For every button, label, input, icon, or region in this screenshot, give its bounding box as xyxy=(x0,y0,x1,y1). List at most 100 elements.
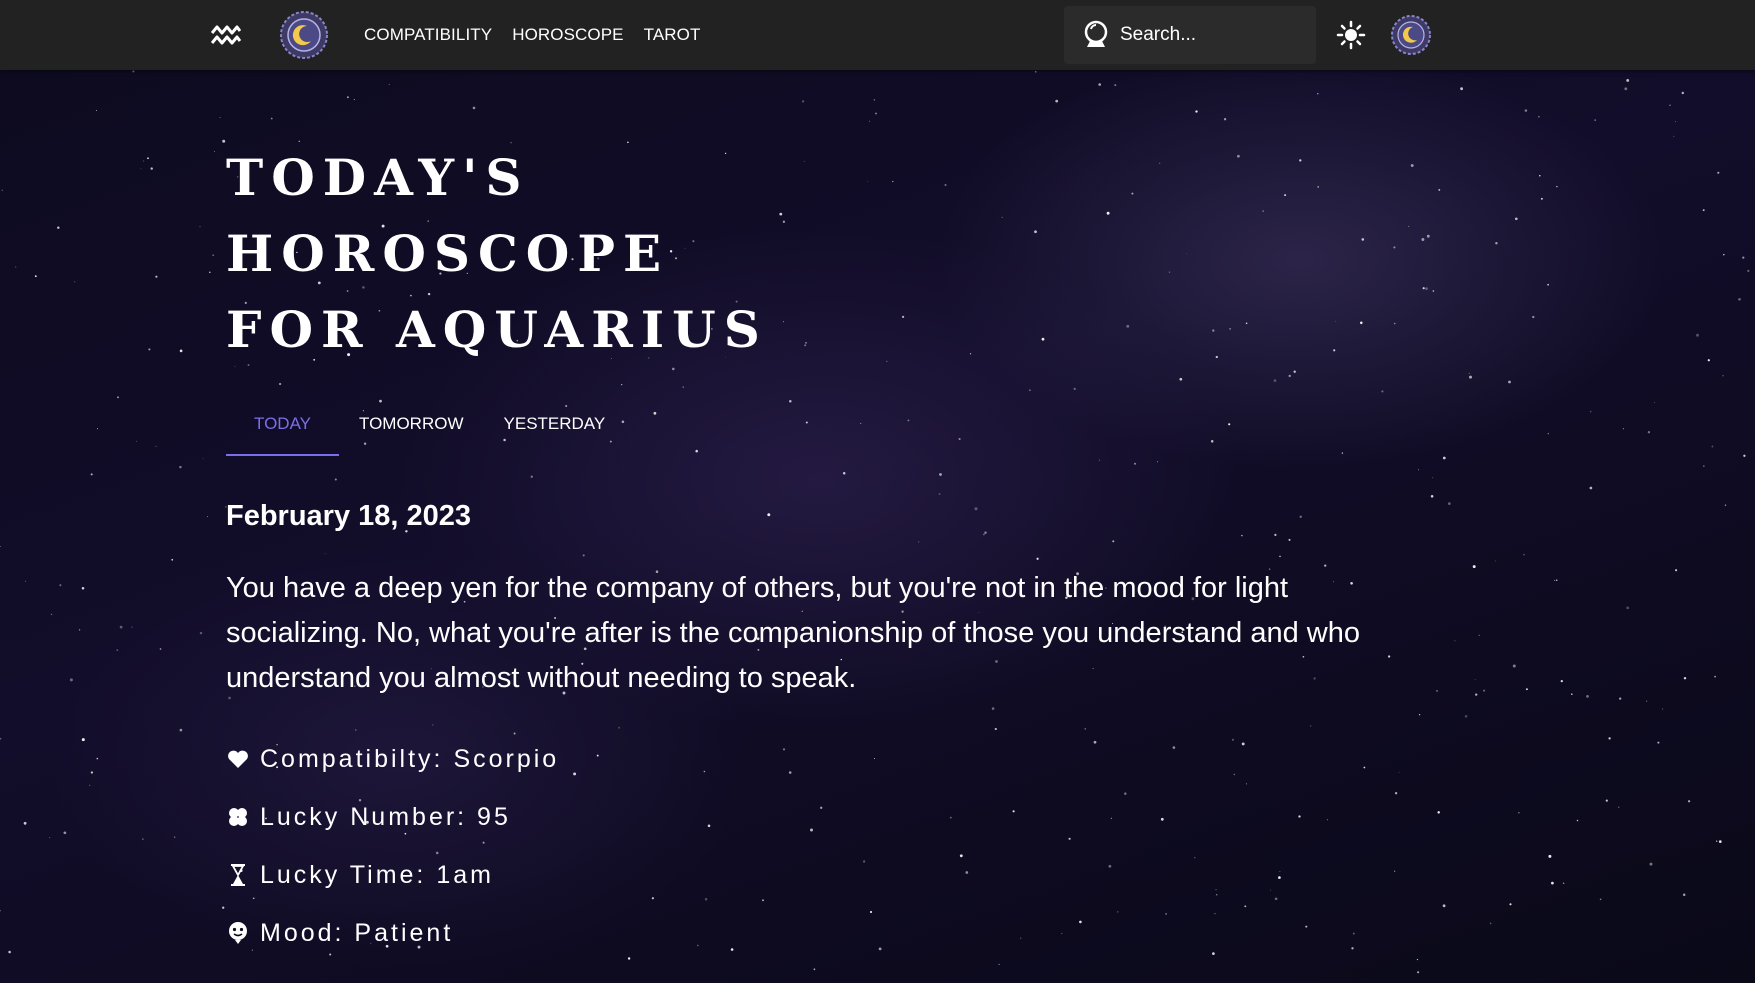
star xyxy=(207,516,209,518)
star xyxy=(1622,428,1625,430)
star xyxy=(1352,932,1355,935)
star xyxy=(573,772,577,776)
top-navbar: COMPATIBILITY HOROSCOPE TAROT xyxy=(0,0,1755,70)
star xyxy=(1724,504,1727,506)
star xyxy=(1124,792,1127,795)
tab-yesterday[interactable]: YESTERDAY xyxy=(484,402,626,456)
star xyxy=(1012,810,1015,813)
nav-tarot-link[interactable]: TAROT xyxy=(644,25,701,45)
star xyxy=(1556,185,1558,188)
star xyxy=(1,189,4,192)
star xyxy=(1341,452,1344,454)
star xyxy=(132,70,135,73)
star xyxy=(1524,109,1528,112)
star xyxy=(81,738,85,742)
star xyxy=(1472,565,1476,569)
star xyxy=(147,157,149,160)
star xyxy=(1436,690,1438,692)
star xyxy=(1098,83,1101,86)
star xyxy=(1717,171,1720,174)
star xyxy=(59,584,62,587)
tab-tomorrow[interactable]: TOMORROW xyxy=(339,402,484,456)
star xyxy=(1464,715,1468,718)
star xyxy=(1215,893,1218,896)
star xyxy=(69,678,73,682)
star xyxy=(1468,372,1470,374)
star xyxy=(15,266,17,268)
star xyxy=(1214,913,1216,915)
star xyxy=(324,553,326,555)
heart-icon xyxy=(226,746,250,772)
star xyxy=(762,899,764,902)
star xyxy=(34,275,37,278)
star xyxy=(983,533,985,536)
moon-seal-logo-icon[interactable] xyxy=(280,11,328,59)
star xyxy=(1293,370,1296,373)
star xyxy=(1551,881,1554,885)
star xyxy=(1381,390,1384,393)
star xyxy=(1589,410,1592,413)
star xyxy=(1586,695,1589,698)
star xyxy=(1079,920,1082,924)
star xyxy=(1288,538,1291,541)
star xyxy=(1351,947,1354,950)
star xyxy=(353,99,355,101)
star xyxy=(199,631,203,635)
star xyxy=(596,754,599,757)
star xyxy=(1654,402,1656,403)
star xyxy=(63,831,67,835)
star xyxy=(1718,840,1722,843)
star xyxy=(627,957,631,960)
star xyxy=(1646,700,1648,702)
star xyxy=(1417,971,1420,974)
star xyxy=(1442,456,1446,460)
star xyxy=(1231,738,1234,741)
star xyxy=(1279,555,1281,558)
star xyxy=(155,445,157,447)
aquarius-symbol-icon[interactable] xyxy=(210,20,242,50)
star xyxy=(116,649,119,651)
star xyxy=(707,824,711,828)
star xyxy=(1702,465,1705,467)
sun-icon[interactable] xyxy=(1336,20,1366,50)
star xyxy=(1363,766,1366,769)
star xyxy=(1747,269,1750,272)
search-input[interactable] xyxy=(1120,24,1300,46)
star xyxy=(1687,800,1691,803)
star xyxy=(653,411,657,415)
star xyxy=(1474,678,1476,680)
star xyxy=(1555,579,1558,581)
star xyxy=(1172,746,1176,749)
star xyxy=(90,771,94,774)
star xyxy=(994,727,997,731)
star xyxy=(1599,898,1602,901)
star xyxy=(1270,889,1272,891)
star xyxy=(212,254,215,257)
star xyxy=(97,428,98,430)
star xyxy=(1647,431,1651,434)
star xyxy=(270,117,273,120)
star xyxy=(1738,297,1741,301)
star xyxy=(974,507,978,511)
star xyxy=(873,99,875,101)
star xyxy=(1061,932,1063,935)
moon-avatar-icon[interactable] xyxy=(1391,15,1431,55)
star xyxy=(789,399,792,403)
star xyxy=(1669,104,1671,106)
search-box[interactable] xyxy=(1064,6,1316,64)
star xyxy=(1432,290,1435,292)
tab-today[interactable]: TODAY xyxy=(226,402,339,456)
star xyxy=(1523,554,1525,556)
star xyxy=(1438,188,1441,191)
nav-horoscope-link[interactable]: HOROSCOPE xyxy=(512,25,623,45)
star xyxy=(1716,840,1718,842)
star xyxy=(1538,116,1540,118)
star xyxy=(209,271,211,274)
star xyxy=(57,226,60,229)
nav-compatibility-link[interactable]: COMPATIBILITY xyxy=(364,25,492,45)
star xyxy=(1707,359,1710,362)
star xyxy=(117,396,119,399)
star xyxy=(81,586,85,590)
star xyxy=(1618,806,1620,808)
star xyxy=(1165,912,1168,915)
